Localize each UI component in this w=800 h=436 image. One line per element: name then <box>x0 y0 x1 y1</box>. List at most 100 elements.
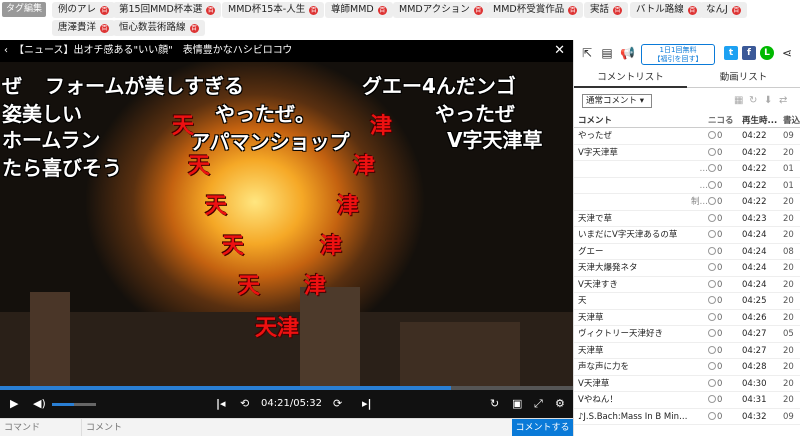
nico-count[interactable]: 0 <box>708 145 740 162</box>
nico-count[interactable]: 0 <box>708 211 740 228</box>
calendar-icon[interactable]: ▦ <box>734 95 743 106</box>
table-row[interactable]: いまだにV字天津あるの草 0 04:24 20 <box>574 227 800 244</box>
dic-icon[interactable]: 百 <box>206 6 216 15</box>
tag-label[interactable]: バトル路線 <box>636 4 684 15</box>
table-row[interactable]: ヴィクトリー天津好き 0 04:27 05 <box>574 326 800 343</box>
dic-icon[interactable]: 百 <box>100 6 110 15</box>
close-icon[interactable]: ✕ <box>554 40 565 62</box>
table-row[interactable]: 天津で草 0 04:23 20 <box>574 211 800 228</box>
nico-icon[interactable] <box>708 345 716 354</box>
twitter-icon[interactable]: t <box>724 46 738 60</box>
nico-icon[interactable] <box>708 147 716 156</box>
nico-count[interactable]: 0 <box>708 194 740 211</box>
table-row[interactable]: ♪J.S.Bach:Mass In B Min… 0 04:32 09 <box>574 409 800 426</box>
nico-count[interactable]: 0 <box>708 326 740 343</box>
nico-icon[interactable] <box>708 279 716 288</box>
table-row[interactable]: V字天津草 0 04:22 20 <box>574 145 800 162</box>
volume-icon[interactable]: ◀) <box>33 390 46 418</box>
nico-count[interactable]: 0 <box>708 409 740 426</box>
nico-icon[interactable] <box>708 197 716 205</box>
tag[interactable]: 実話百 <box>584 2 629 18</box>
nico-icon[interactable] <box>708 213 716 222</box>
facebook-icon[interactable]: f <box>742 46 756 60</box>
tag-label[interactable]: 例のアレ <box>58 4 96 15</box>
column-date[interactable]: 書込 <box>783 114 800 128</box>
tag-label[interactable]: MMDアクション <box>399 4 470 15</box>
nico-icon[interactable] <box>708 131 716 139</box>
sync-icon[interactable]: ⇄ <box>779 95 787 106</box>
nico-icon[interactable] <box>708 180 716 189</box>
table-row[interactable]: 声な声に力を 0 04:28 20 <box>574 359 800 376</box>
tag[interactable]: バトル路線百 <box>630 2 703 18</box>
tag-label[interactable]: 尊師MMD <box>331 4 374 15</box>
column-nico[interactable]: ニコる <box>708 114 740 128</box>
tag-label[interactable]: MMD杯受賞作品 <box>493 4 564 15</box>
volume-slider[interactable] <box>52 403 96 406</box>
return-icon[interactable]: ⇱ <box>580 46 594 60</box>
nico-icon[interactable] <box>708 329 716 337</box>
tag-label[interactable]: 第15回MMD杯本選 <box>119 4 202 15</box>
tag-label[interactable]: なんJ <box>706 4 728 15</box>
tag[interactable]: 例のアレ百 <box>52 2 116 18</box>
dic-icon[interactable]: 百 <box>100 24 110 33</box>
column-comment[interactable]: コメント <box>578 114 708 128</box>
table-row[interactable]: … 0 04:22 01 <box>574 161 800 178</box>
nico-count[interactable]: 0 <box>708 260 740 277</box>
rewind-10-icon[interactable]: ⟲ <box>240 390 249 418</box>
chevron-left-icon[interactable]: ‹ <box>4 40 8 62</box>
table-row[interactable]: Vやねん！ 0 04:31 20 <box>574 392 800 409</box>
nico-count[interactable]: 0 <box>708 359 740 376</box>
table-row[interactable]: 天津草 0 04:27 20 <box>574 343 800 360</box>
tag[interactable]: 唐澤貴洋百 <box>52 20 116 36</box>
nico-count[interactable]: 0 <box>708 227 740 244</box>
table-row[interactable]: V天津草 0 04:30 20 <box>574 376 800 393</box>
tag[interactable]: MMDアクション百 <box>393 2 489 18</box>
nico-count[interactable]: 0 <box>708 128 740 145</box>
forward-10-icon[interactable]: ⟳ <box>333 390 342 418</box>
video-canvas[interactable]: ぜ フォームが美しすぎる グエー4んだンゴ 姿美しい やったぜ。 やったぜ ホー… <box>0 62 573 386</box>
dic-icon[interactable]: 百 <box>731 6 741 15</box>
nico-icon[interactable] <box>708 312 716 321</box>
table-row[interactable]: やったぜ 0 04:22 09 <box>574 128 800 145</box>
dic-icon[interactable]: 百 <box>309 6 319 15</box>
download-icon[interactable]: ⬇ <box>764 95 772 106</box>
table-row[interactable]: 制… 0 04:22 20 <box>574 194 800 211</box>
table-row[interactable]: 天津草 0 04:26 20 <box>574 310 800 326</box>
loop-icon[interactable]: ↻ <box>490 390 499 418</box>
nico-count[interactable]: 0 <box>708 244 740 261</box>
nico-count[interactable]: 0 <box>708 277 740 294</box>
nico-icon[interactable] <box>708 411 716 420</box>
tag[interactable]: MMD杯受賞作品百 <box>487 2 584 18</box>
nico-icon[interactable] <box>708 378 716 387</box>
nico-count[interactable]: 0 <box>708 178 740 195</box>
nico-count[interactable]: 0 <box>708 161 740 178</box>
dic-icon[interactable]: 百 <box>568 6 578 15</box>
fullscreen-icon[interactable]: ⤢ <box>534 390 543 418</box>
dic-icon[interactable]: 百 <box>687 6 697 15</box>
dic-icon[interactable]: 百 <box>377 6 387 15</box>
tag[interactable]: なんJ 百 <box>700 2 747 18</box>
tag[interactable]: MMD杯15本-人生百 <box>222 2 325 18</box>
nico-icon[interactable] <box>708 263 716 271</box>
tag[interactable]: 尊師MMD 百 <box>325 2 393 18</box>
share-icon[interactable]: ⋖ <box>780 46 794 60</box>
comment-submit-button[interactable]: コメントする <box>512 419 573 436</box>
table-row[interactable]: V天津すき 0 04:24 20 <box>574 277 800 294</box>
tag[interactable]: 恒心数芸術路線百 <box>113 20 205 36</box>
tab-video-list[interactable]: 動画リスト <box>687 68 800 88</box>
tag[interactable]: 第15回MMD杯本選百 <box>113 2 222 18</box>
table-row[interactable]: 天 0 04:25 20 <box>574 293 800 310</box>
nico-icon[interactable] <box>708 230 716 238</box>
nico-count[interactable]: 0 <box>708 343 740 360</box>
comment-type-select[interactable]: 通常コメント ▾ <box>582 94 652 108</box>
nico-icon[interactable] <box>708 164 716 172</box>
nico-icon[interactable] <box>708 362 716 370</box>
comment-toggle-icon[interactable]: ▣ <box>512 390 522 418</box>
nico-count[interactable]: 0 <box>708 376 740 393</box>
nico-icon[interactable] <box>708 395 716 403</box>
tag-edit-button[interactable]: タグ編集 <box>2 2 47 17</box>
tag-label[interactable]: 実話 <box>590 4 609 15</box>
tab-comment-list[interactable]: コメントリスト <box>574 68 687 88</box>
table-row[interactable]: グエー 0 04:24 08 <box>574 244 800 261</box>
tag-label[interactable]: 唐澤貴洋 <box>58 22 96 33</box>
